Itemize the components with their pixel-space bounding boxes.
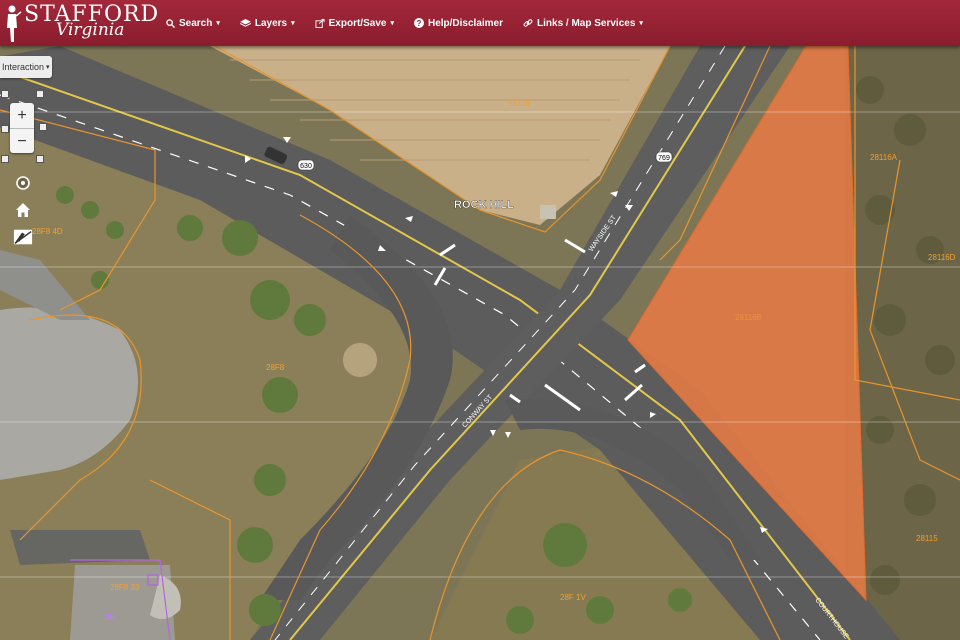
zoom-in-button[interactable]: + <box>10 103 34 128</box>
chevron-down-icon: ▾ <box>390 20 394 27</box>
svg-text:?: ? <box>417 19 422 28</box>
layers-icon <box>239 18 251 27</box>
parcel-label: 2K <box>105 613 115 622</box>
route-shield-769-label: 769 <box>658 155 670 162</box>
search-icon <box>166 18 175 28</box>
clear-graphics-button[interactable] <box>13 227 33 247</box>
pan-ne-handle[interactable] <box>36 90 44 98</box>
interaction-dropdown[interactable]: Interaction ▾ <box>0 56 52 78</box>
help-icon: ? <box>413 18 424 28</box>
route-shield-630: 630 <box>297 159 315 171</box>
place-label: ROCK HILL <box>454 199 514 211</box>
nav-layers[interactable]: Layers ▾ <box>239 17 295 29</box>
pan-se-handle[interactable] <box>36 155 44 163</box>
parcel-label: 28F 1V <box>560 593 586 602</box>
logo-subtitle: Virginia <box>56 20 125 40</box>
stafford-logo[interactable]: STAFFORD Virginia <box>0 0 158 46</box>
pan-e-handle[interactable] <box>39 123 47 131</box>
nav-links-map-services[interactable]: Links / Map Services ▾ <box>523 18 643 29</box>
nav-export-save[interactable]: Export/Save ▾ <box>315 18 394 29</box>
export-icon <box>315 18 325 28</box>
chevron-down-icon: ▾ <box>216 20 220 27</box>
pan-sw-handle[interactable] <box>1 155 9 163</box>
route-shield-630-label: 630 <box>300 163 312 170</box>
parcel-label: 28116 <box>508 99 530 108</box>
parcel-label: 28F8 4D <box>32 227 63 236</box>
interaction-label: Interaction <box>2 62 45 72</box>
nav-links-label: Links / Map Services <box>537 17 636 29</box>
link-icon <box>523 19 533 27</box>
parcel-label: 28116B <box>735 313 762 322</box>
eraser-icon <box>13 229 33 245</box>
chevron-down-icon: ▾ <box>291 20 295 27</box>
pan-w-handle[interactable] <box>1 125 9 133</box>
parcel-label: 28116A <box>870 153 898 162</box>
nav-layers-label: Layers <box>254 17 288 29</box>
aerial-map[interactable]: 630 769 ROCK HILL WAYSIDE ST CONWAY ST C… <box>0 46 960 640</box>
home-button[interactable] <box>13 200 33 220</box>
chevron-down-icon: ▾ <box>639 20 643 27</box>
nav-help-label: Help/Disclaimer <box>427 17 504 29</box>
home-icon <box>16 203 30 217</box>
nav-help-disclaimer[interactable]: ? Help/Disclaimer <box>413 17 504 29</box>
pan-nw-handle[interactable] <box>1 90 9 98</box>
locate-button[interactable] <box>13 173 33 193</box>
zoom-control: + − <box>10 103 34 153</box>
zoom-out-button[interactable]: − <box>10 129 34 154</box>
nav-export-label: Export/Save <box>328 17 387 29</box>
parcel-label: 28F8 <box>266 363 285 372</box>
main-nav: Search ▾ Layers ▾ Export/Save ▾ ? Help/D… <box>166 0 663 46</box>
parcel-label: 28115 <box>916 534 938 543</box>
top-bar: STAFFORD Virginia Search ▾ Layers ▾ Expo… <box>0 0 960 46</box>
route-shield-769: 769 <box>655 151 673 163</box>
parcel-label: 28F8 33 <box>110 583 140 592</box>
locate-icon <box>16 176 30 190</box>
colonial-figure-icon <box>7 5 22 42</box>
chevron-down-icon: ▾ <box>46 64 50 71</box>
parcel-label: 28116D <box>928 253 956 262</box>
nav-search[interactable]: Search ▾ <box>166 18 220 29</box>
nav-search-label: Search <box>179 17 213 29</box>
